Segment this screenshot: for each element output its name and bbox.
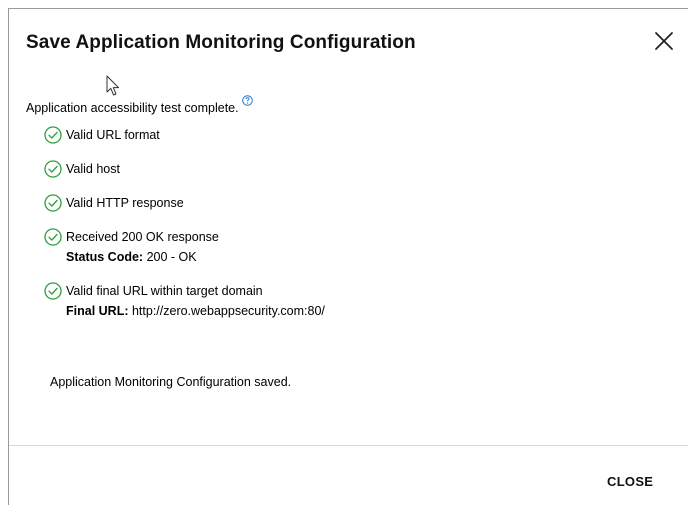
saved-message: Application Monitoring Configuration sav… — [50, 375, 292, 389]
dialog-title: Save Application Monitoring Configuratio… — [26, 32, 416, 53]
check-circle-icon — [44, 228, 62, 246]
status-code-detail: Status Code: 200 - OK — [66, 249, 325, 265]
check-label: Valid final URL within target domain — [66, 284, 263, 298]
test-summary: Application accessibility test complete. — [26, 95, 253, 116]
check-item-host: Valid host — [44, 160, 325, 178]
check-list: Valid URL format Valid host Valid HTTP r… — [44, 126, 325, 319]
check-label: Received 200 OK response — [66, 230, 219, 244]
summary-text: Application accessibility test complete. — [26, 101, 239, 115]
detail-label: Final URL: — [66, 304, 129, 318]
detail-value: http://zero.webappsecurity.com:80/ — [128, 304, 325, 318]
check-label: Valid HTTP response — [66, 196, 184, 210]
detail-value: 200 - OK — [143, 250, 197, 264]
help-icon[interactable] — [241, 95, 253, 106]
detail-label: Status Code: — [66, 250, 144, 264]
final-url-detail: Final URL: http://zero.webappsecurity.co… — [66, 303, 325, 319]
close-button[interactable]: CLOSE — [601, 470, 659, 494]
check-item-url-format: Valid URL format — [44, 126, 325, 144]
check-circle-icon — [44, 160, 62, 178]
check-label: Valid URL format — [66, 128, 160, 142]
check-item-200-ok: Received 200 OK response Status Code: 20… — [44, 228, 325, 265]
check-circle-icon — [44, 282, 62, 300]
check-label: Valid host — [66, 162, 120, 176]
save-config-dialog: Save Application Monitoring Configuratio… — [8, 8, 688, 505]
check-circle-icon — [44, 194, 62, 212]
footer-divider — [9, 445, 688, 446]
check-item-final-url: Valid final URL within target domain Fin… — [44, 282, 325, 319]
check-item-http-response: Valid HTTP response — [44, 194, 325, 212]
close-icon[interactable] — [653, 30, 675, 52]
check-circle-icon — [44, 126, 62, 144]
